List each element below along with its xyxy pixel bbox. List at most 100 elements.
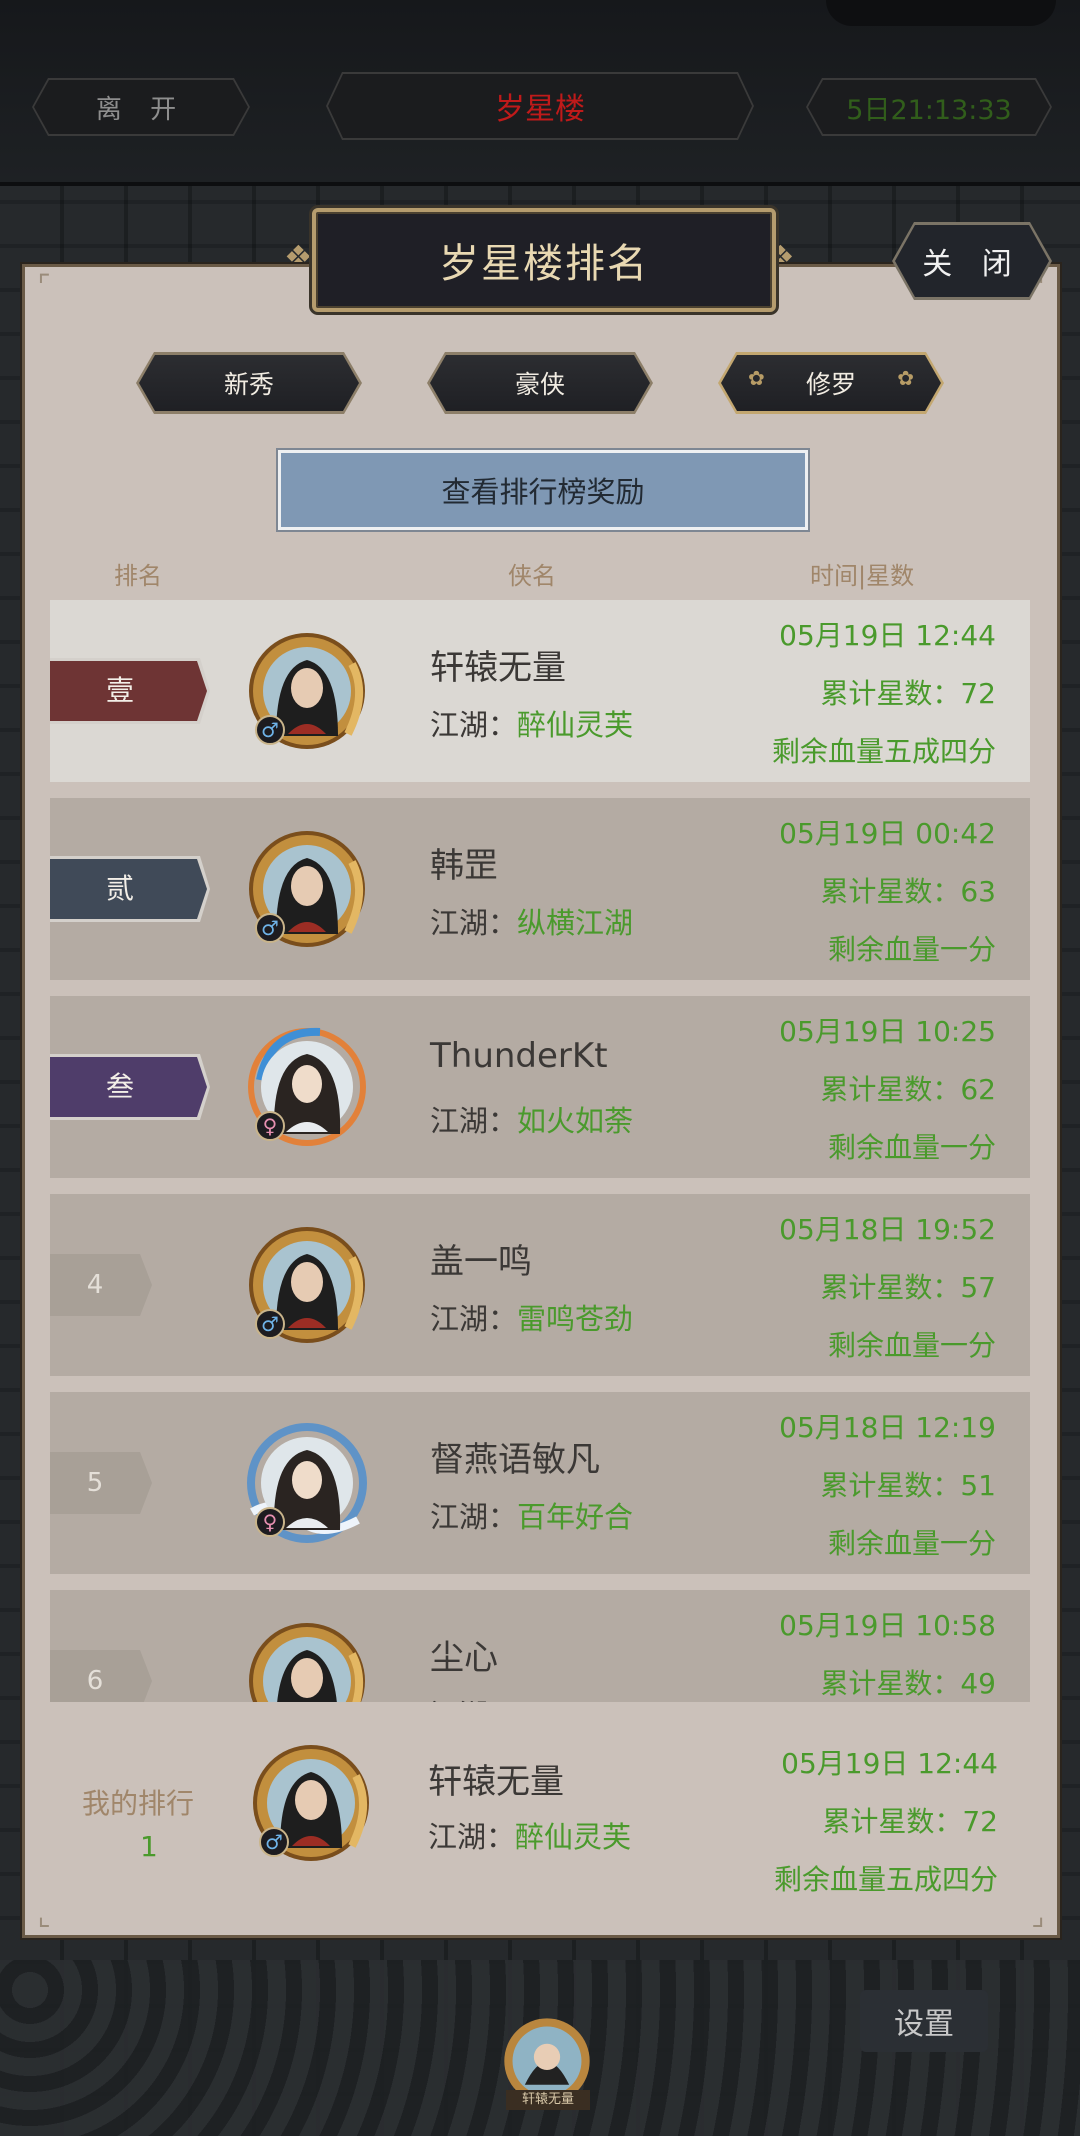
tab-asura[interactable]: 修罗 — [718, 352, 944, 414]
my-stars: 累计星数：72 — [822, 1805, 998, 1838]
guild-prefix: 江湖： — [428, 1820, 516, 1854]
guild-name: 雷鸣苍劲 — [517, 1302, 634, 1336]
my-rank-row: 我的排行 1 ♂ 轩辕无量 江湖：醉仙灵芙 05月19日 12:44 累计星数：… — [52, 1704, 1032, 1904]
player-guild: 江湖：如火如荼 — [430, 1098, 633, 1140]
top-bar: 离 开 岁星楼 5日21:13:33 — [0, 0, 1080, 186]
guild-prefix: 江湖： — [430, 1104, 518, 1138]
ranking-row[interactable]: 贰 ♂ 韩罡 江湖：纵横江湖 05月19日 00:42 累计星数：63 剩余血量一… — [50, 798, 1030, 980]
rank-label: 贰 — [105, 872, 134, 905]
panel-title-text: 岁星楼排名 — [439, 241, 649, 287]
rank-label: 5 — [86, 1468, 104, 1498]
close-label: 关 闭 — [922, 247, 1022, 282]
countdown-timer: 5日21:13:33 — [806, 78, 1052, 136]
player-guild: 江湖：纵横江湖 — [430, 900, 633, 942]
player-guild: 江湖：雷鸣苍劲 — [430, 1296, 633, 1338]
location-title-text: 岁星楼 — [495, 92, 585, 127]
player-avatar[interactable]: ♂ — [240, 1218, 374, 1352]
location-title: 岁星楼 — [326, 72, 754, 140]
player-avatar[interactable]: ♀ — [240, 1020, 374, 1154]
guild-name: 如火如荼 — [517, 1104, 634, 1138]
player-guild: 江湖：百年好合 — [430, 1494, 633, 1536]
record-time: 05月19日 10:58 — [779, 1609, 996, 1642]
player-avatar[interactable]: ♂ — [240, 1614, 374, 1702]
player-avatar[interactable]: ♂ — [240, 822, 374, 956]
tab-hero[interactable]: 豪侠 — [427, 352, 653, 414]
column-header-name: 侠名 — [508, 562, 556, 590]
guild-prefix: 江湖： — [430, 1302, 518, 1336]
guild-name: 醉仙灵芙 — [517, 708, 634, 742]
guild-prefix: 江湖： — [430, 708, 518, 742]
tab-label: 豪侠 — [514, 370, 565, 399]
rank-label: 壹 — [105, 674, 134, 707]
player-avatar[interactable]: ♀ — [240, 1416, 374, 1550]
record-time: 05月18日 12:19 — [779, 1411, 996, 1444]
my-hp: 剩余血量五成四分 — [773, 1863, 998, 1896]
my-name: 轩辕无量 — [428, 1762, 564, 1802]
rank-badge: 贰 — [50, 856, 210, 922]
guild-prefix: 江湖： — [430, 906, 518, 940]
guild-name: 百年好合 — [517, 1500, 634, 1534]
remaining-hp: 剩余血量一分 — [827, 1131, 996, 1164]
remaining-hp: 剩余血量一分 — [827, 1527, 996, 1560]
player-guild: 江湖：醉仙灵芙 — [430, 702, 633, 744]
record-time: 05月19日 12:44 — [779, 619, 996, 652]
guild-name: 纵横江湖 — [517, 906, 634, 940]
star-count: 累计星数：63 — [820, 875, 996, 908]
view-rewards-button[interactable]: 查看排行榜奖励 — [278, 450, 808, 530]
player-guild: 江湖： — [430, 1692, 517, 1702]
ranking-row[interactable]: 叁 ♀ ThunderKt 江湖：如火如荼 05月19日 10:25 累计星数：6… — [50, 996, 1030, 1178]
corner-ornament: ⌜ — [37, 269, 51, 302]
corner-ornament: ⌞ — [37, 1899, 51, 1932]
my-rank-label: 我的排行 — [82, 1787, 195, 1820]
ranking-row[interactable]: 6 ♂ 尘心 江湖： 05月19日 10:58 累计星数：49 — [50, 1590, 1030, 1702]
my-guild: 江湖：醉仙灵芙 — [428, 1814, 631, 1856]
rank-badge: 壹 — [50, 658, 210, 724]
remaining-hp: 剩余血量一分 — [827, 933, 996, 966]
rank-badge: 6 — [50, 1650, 152, 1702]
corner-ornament: ⌟ — [1031, 1899, 1045, 1932]
rank-badge: 5 — [50, 1452, 152, 1514]
rank-badge: 4 — [50, 1254, 152, 1316]
player-name: 督燕语敏凡 — [430, 1440, 600, 1480]
view-rewards-label: 查看排行榜奖励 — [441, 475, 645, 509]
remaining-hp: 剩余血量五成四分 — [771, 735, 996, 768]
ranking-list[interactable]: 壹 ♂ 轩辕无量 江湖：醉仙灵芙 05月19日 12:44 累计星数：72 剩余血… — [50, 600, 1030, 1702]
gender-icon: ♀ — [263, 1114, 278, 1138]
settings-button[interactable]: 设置 — [860, 1990, 988, 2052]
star-count: 累计星数：49 — [820, 1667, 996, 1700]
gender-icon: ♀ — [263, 1510, 278, 1534]
my-avatar[interactable]: ♂ — [244, 1736, 378, 1870]
record-time: 05月18日 19:52 — [779, 1213, 996, 1246]
leave-label: 离 开 — [95, 94, 187, 125]
star-count: 累计星数：57 — [820, 1271, 996, 1304]
player-avatar[interactable]: ♂ — [240, 624, 374, 758]
tab-newcomer[interactable]: 新秀 — [136, 352, 362, 414]
star-count: 累计星数：72 — [820, 677, 996, 710]
star-count: 累计星数：62 — [820, 1073, 996, 1106]
star-count: 累计星数：51 — [820, 1469, 996, 1502]
rank-label: 6 — [86, 1666, 104, 1696]
my-time: 05月19日 12:44 — [781, 1747, 998, 1780]
tab-label: 新秀 — [223, 370, 274, 399]
ranking-row[interactable]: 壹 ♂ 轩辕无量 江湖：醉仙灵芙 05月19日 12:44 累计星数：72 剩余血… — [50, 600, 1030, 782]
countdown-text: 5日21:13:33 — [846, 94, 1012, 126]
gender-icon: ♂ — [261, 1312, 279, 1336]
close-button[interactable]: 关 闭 — [892, 222, 1052, 300]
guild-name: 醉仙灵芙 — [515, 1820, 632, 1854]
ranking-row[interactable]: 4 ♂ 盖一鸣 江湖：雷鸣苍劲 05月18日 19:52 累计星数：57 剩余血量… — [50, 1194, 1030, 1376]
record-time: 05月19日 00:42 — [779, 817, 996, 850]
leave-button[interactable]: 离 开 — [32, 78, 250, 136]
rank-badge: 叁 — [50, 1054, 210, 1120]
rank-label: 4 — [86, 1270, 104, 1300]
system-pill — [826, 0, 1056, 26]
player-name: ThunderKt — [430, 1036, 608, 1076]
ranking-row[interactable]: 5 ♀ 督燕语敏凡 江湖：百年好合 05月18日 12:19 累计星数：51 剩余… — [50, 1392, 1030, 1574]
column-header-time-stars: 时间|星数 — [810, 562, 915, 590]
player-name: 盖一鸣 — [430, 1242, 532, 1282]
gender-icon: ♂ — [265, 1830, 283, 1854]
guild-prefix: 江湖： — [430, 1698, 517, 1702]
guild-prefix: 江湖： — [430, 1500, 518, 1534]
tab-label: 修罗 — [806, 365, 856, 401]
record-time: 05月19日 10:25 — [779, 1015, 996, 1048]
settings-label: 设置 — [894, 2007, 954, 2042]
